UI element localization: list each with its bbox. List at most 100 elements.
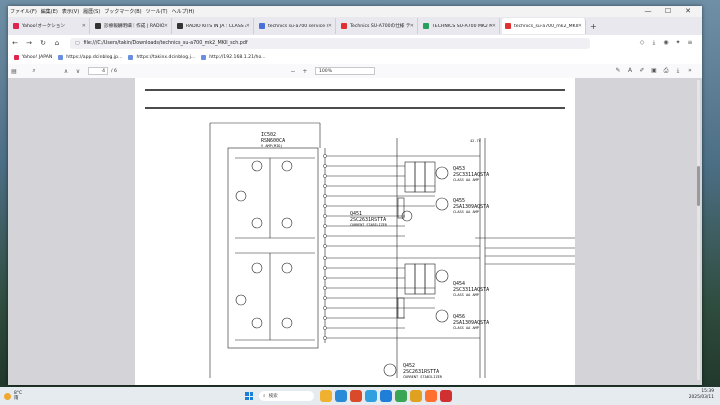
toolbar-icons: ◇ ⤓ ◉ ✦ ≡ xyxy=(636,39,696,47)
q456-note: CLASS AA AMP xyxy=(453,326,479,330)
menu-history[interactable]: 履歴(S) xyxy=(83,8,100,15)
menu-view[interactable]: 表示(V) xyxy=(62,8,79,15)
minimize-icon[interactable]: — xyxy=(640,6,656,17)
q452-note: CURRENT STABILIZER xyxy=(403,375,443,379)
q455-note: CLASS AA AMP xyxy=(453,210,479,214)
menu-bookmarks[interactable]: ブックマーク(B) xyxy=(104,8,141,15)
close-icon[interactable]: ✕ xyxy=(680,6,696,17)
menu-tools[interactable]: ツール(T) xyxy=(146,8,168,15)
bookmark-label: https://app.dcinblog.jp... xyxy=(66,55,123,60)
zoom-value: 100% xyxy=(318,69,333,74)
shield-icon[interactable]: ◇ xyxy=(636,39,648,47)
forward-icon[interactable]: → xyxy=(22,39,36,47)
tab-1[interactable]: 診療報酬明細｜作成 | RADIO KITS✕ xyxy=(92,18,172,34)
system-tray-clock[interactable]: 15:39 2025/03/11 xyxy=(689,389,714,401)
zoom-in-icon[interactable]: + xyxy=(299,68,311,75)
back-icon[interactable]: ← xyxy=(8,39,22,47)
url-bar[interactable]: ▢ file:///C:/Users/takin/Downloads/techn… xyxy=(70,37,590,49)
menu-help[interactable]: ヘルプ(H) xyxy=(172,8,195,15)
tab-close-icon[interactable]: ✕ xyxy=(82,23,86,29)
sidebar-toggle-icon[interactable]: ▤ xyxy=(8,68,20,75)
windows-start-icon[interactable] xyxy=(245,392,253,400)
tab-close-icon[interactable]: ✕ xyxy=(578,23,582,29)
download-icon[interactable]: ⤓ xyxy=(648,39,660,47)
taskbar-app-icon-3[interactable] xyxy=(364,390,377,402)
taskbar-app-icon-0[interactable] xyxy=(319,390,332,402)
tab-bar: Yahoo!オークション✕診療報酬明細｜作成 | RADIO KITS✕RADI… xyxy=(8,17,702,35)
bookmark-label: https://takinx.dcinblog.j... xyxy=(136,55,196,60)
tab-4[interactable]: Technics SU-A700の仕様 テクニ✕ xyxy=(338,18,418,34)
weather-icon xyxy=(4,392,11,400)
maximize-icon[interactable]: ☐ xyxy=(660,6,676,17)
taskbar-app-icon-5[interactable] xyxy=(394,390,407,402)
taskbar-app-icon-8[interactable] xyxy=(439,390,452,402)
taskbar-app-icon-4[interactable] xyxy=(379,390,392,402)
search-icon: ⌕ xyxy=(263,394,266,399)
save-icon[interactable]: ⤓ xyxy=(672,67,684,75)
tab-label: Yahoo!オークション xyxy=(22,24,65,29)
bookmark-1[interactable]: https://app.dcinblog.jp... xyxy=(58,55,122,60)
url-text: file:///C:/Users/takin/Downloads/technic… xyxy=(83,40,248,46)
bookmark-2[interactable]: https://takinx.dcinblog.j... xyxy=(128,55,195,60)
find-icon[interactable]: ⌕ xyxy=(28,67,40,75)
extensions-icon[interactable]: ✦ xyxy=(672,39,684,47)
browser-window: ファイル(F) 編集(E) 表示(V) 履歴(S) ブックマーク(B) ツール(… xyxy=(8,6,702,385)
tab-label: 診療報酬明細｜作成 | RADIO KITS xyxy=(104,24,164,29)
bookmark-label: Yahoo! JAPAN xyxy=(22,55,53,60)
menu-icon[interactable]: ≡ xyxy=(684,39,696,47)
bookmark-3[interactable]: http://192.168.1.21/ho... xyxy=(201,55,266,60)
tab-label: technics_su-a700_mk2_MKII_sch.pdf xyxy=(514,23,578,29)
bookmark-label: http://192.168.1.21/ho... xyxy=(209,55,266,60)
taskbar: 8°C 雨 ⌕ 検索 15:39 2025/03/11 xyxy=(0,387,720,405)
page-up-icon[interactable]: ∧ xyxy=(60,68,72,75)
tab-label: TECHNICS SU-A700 MK2 MKII xyxy=(432,23,492,29)
menu-file[interactable]: ファイル(F) xyxy=(10,8,37,15)
tab-close-icon[interactable]: ✕ xyxy=(410,23,414,29)
account-icon[interactable]: ◉ xyxy=(660,39,672,47)
taskbar-app-icon-6[interactable] xyxy=(409,390,422,402)
home-icon[interactable]: ⌂ xyxy=(50,39,64,47)
tab-3[interactable]: technics su-a700 service manua✕ xyxy=(256,18,336,34)
bookmarks-bar: Yahoo! JAPAN https://app.dcinblog.jp... ht… xyxy=(8,51,702,65)
reload-icon[interactable]: ↻ xyxy=(36,39,50,47)
voltage-top: 42.7V xyxy=(470,139,482,143)
tab-close-icon[interactable]: ✕ xyxy=(246,23,250,29)
weather-widget[interactable]: 8°C 雨 xyxy=(4,391,22,401)
new-tab-icon[interactable]: + xyxy=(590,22,597,31)
tab-close-icon[interactable]: ✕ xyxy=(492,23,496,29)
highlight-icon[interactable]: ✐ xyxy=(636,67,648,75)
window-controls: — ☐ ✕ xyxy=(640,6,700,17)
tab-close-icon[interactable]: ✕ xyxy=(164,23,168,29)
scrollbar-thumb[interactable] xyxy=(697,166,700,206)
zoom-select[interactable]: 100% xyxy=(314,67,375,75)
tab-0[interactable]: Yahoo!オークション ✕ xyxy=(10,18,90,34)
draw-icon[interactable]: ✎ xyxy=(612,67,624,75)
tab-6[interactable]: technics_su-a700_mk2_MKII_sch.pdf✕ xyxy=(502,18,586,34)
page-number-input[interactable]: 4 xyxy=(88,67,108,75)
bookmark-favicon-icon xyxy=(128,55,134,60)
taskbar-app-icon-7[interactable] xyxy=(424,390,437,402)
image-icon[interactable]: ▣ xyxy=(648,67,660,75)
menu-edit[interactable]: 編集(E) xyxy=(41,8,58,15)
taskbar-app-icon-2[interactable] xyxy=(349,390,362,402)
clock-date: 2025/03/11 xyxy=(688,395,714,400)
print-icon[interactable]: ⎙ xyxy=(660,67,672,75)
taskbar-app-icon-1[interactable] xyxy=(334,390,347,402)
tab-close-icon[interactable]: ✕ xyxy=(328,23,332,29)
text-icon[interactable]: A xyxy=(624,67,636,75)
more-icon[interactable]: » xyxy=(684,67,696,75)
pdf-page: IC502 RSN600CA V AMP(MID) 42.7V Q453 2SC… xyxy=(135,78,575,385)
page-total: / 6 xyxy=(111,68,117,74)
q453-note: CLASS AA AMP xyxy=(453,178,479,182)
tab-5[interactable]: TECHNICS SU-A700 MK2 MKII✕ xyxy=(420,18,500,34)
pdf-viewer[interactable]: IC502 RSN600CA V AMP(MID) 42.7V Q453 2SC… xyxy=(8,78,702,385)
q451-note: CURRENT STABILIZER xyxy=(350,223,388,227)
scrollbar-track[interactable] xyxy=(697,80,700,380)
tab-2[interactable]: RADIO KITS IN JA : CLASS AA ✕ xyxy=(174,18,254,34)
tab-favicon-icon xyxy=(95,23,101,29)
bookmark-favicon-icon xyxy=(58,55,64,60)
zoom-out-icon[interactable]: − xyxy=(287,68,299,75)
taskbar-search[interactable]: ⌕ 検索 xyxy=(259,391,314,401)
bookmark-0[interactable]: Yahoo! JAPAN xyxy=(14,55,52,60)
page-down-icon[interactable]: ∨ xyxy=(72,68,84,75)
